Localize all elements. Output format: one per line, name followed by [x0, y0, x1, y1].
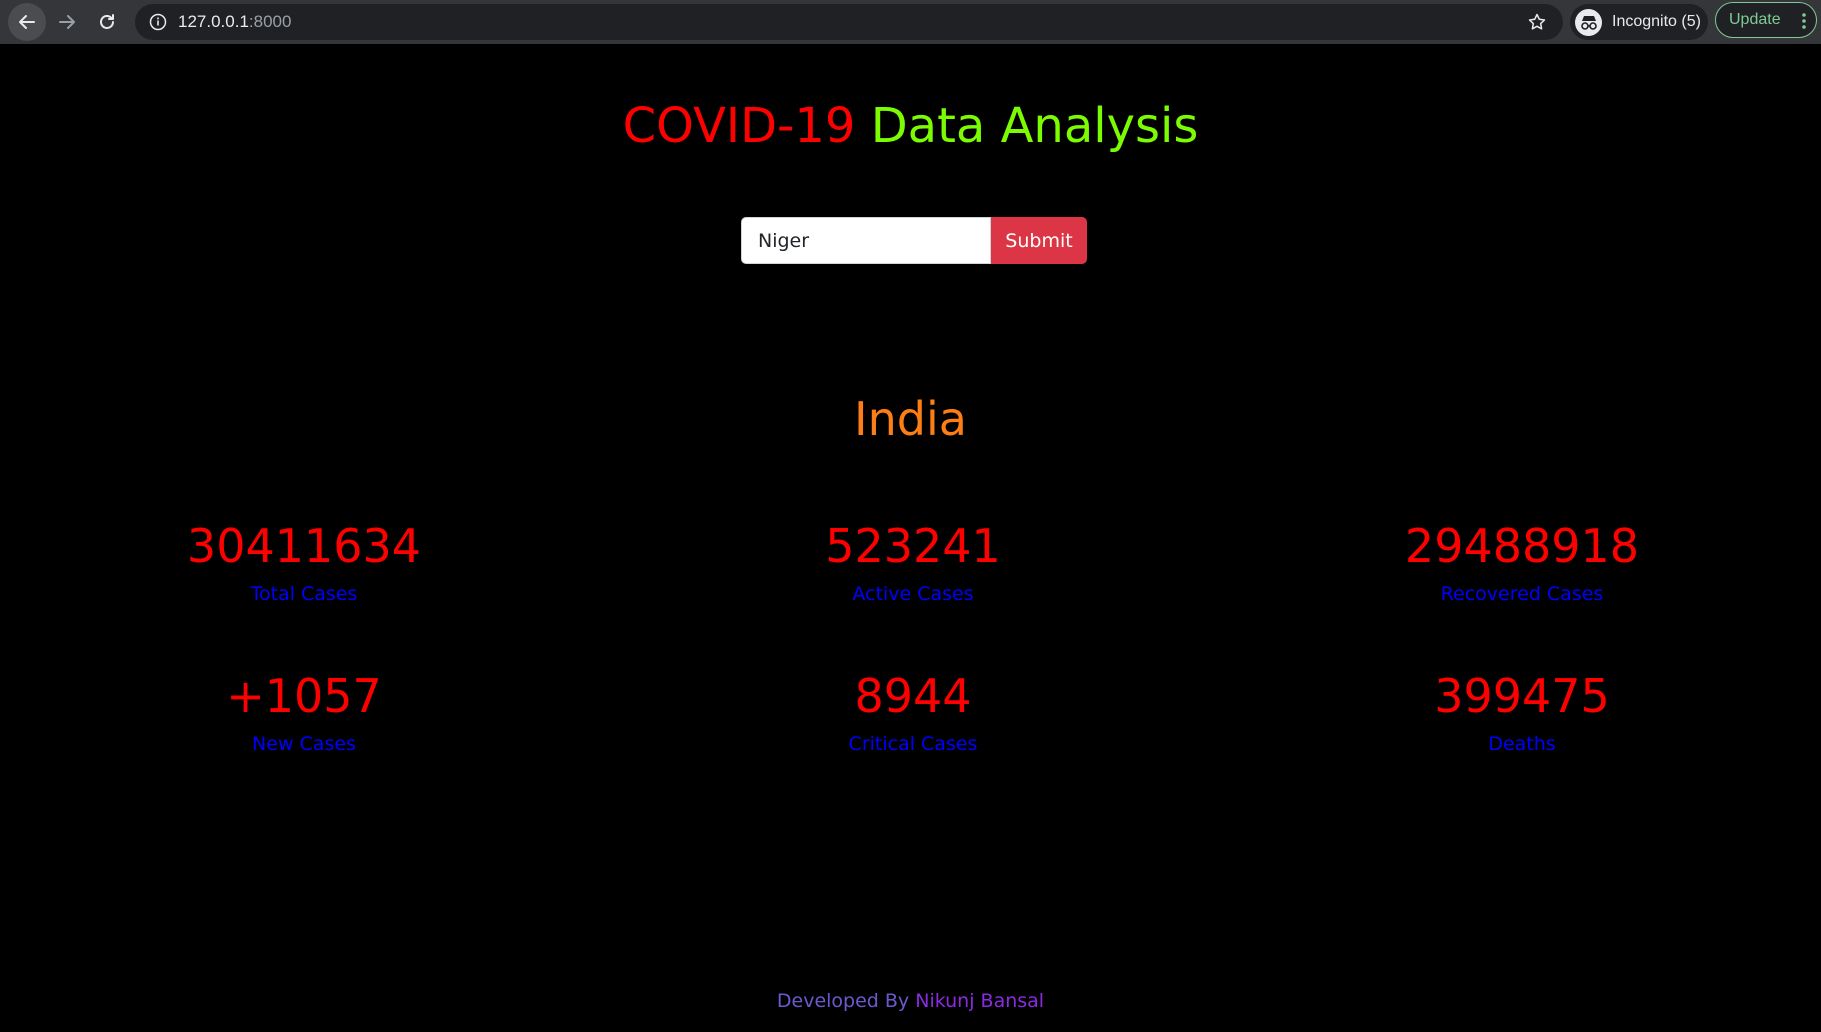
reload-button[interactable]: [88, 3, 126, 41]
update-label: Update: [1729, 11, 1781, 28]
title-covid: COVID-19: [622, 98, 856, 154]
stat-value: 29488918: [1404, 519, 1640, 573]
stat-new-cases: +1057 New Cases: [4, 668, 604, 756]
browser-toolbar: 127.0.0.1:8000 Incognito (5) Update: [0, 0, 1821, 44]
stat-label: New Cases: [252, 733, 356, 755]
footer: Developed By Nikunj Bansal: [0, 990, 1821, 1012]
stat-recovered-cases: 29488918 Recovered Cases: [1222, 518, 1821, 606]
stat-deaths: 399475 Deaths: [1222, 668, 1821, 756]
country-input[interactable]: [741, 217, 991, 264]
url-host: 127.0.0.1: [178, 12, 249, 31]
stat-value: 523241: [825, 519, 1001, 573]
more-vert-icon[interactable]: [1802, 12, 1806, 34]
forward-button[interactable]: [48, 3, 86, 41]
country-search-form: Submit: [741, 217, 1087, 264]
url-text[interactable]: 127.0.0.1:8000: [178, 12, 291, 32]
stat-label: Recovered Cases: [1440, 583, 1604, 605]
stat-value: 8944: [854, 669, 972, 723]
footer-author: Nikunj Bansal: [915, 990, 1045, 1012]
page-title: COVID-19 Data Analysis: [0, 98, 1821, 154]
page-content: COVID-19 Data Analysis Submit India 3041…: [0, 44, 1821, 1032]
country-name: India: [854, 392, 967, 446]
bookmark-star-icon[interactable]: [1527, 12, 1547, 36]
address-bar[interactable]: 127.0.0.1:8000: [135, 4, 1563, 40]
stat-value: +1057: [226, 669, 382, 723]
site-info-icon[interactable]: [149, 13, 167, 35]
footer-prefix: Developed By: [776, 990, 910, 1012]
stat-label: Total Cases: [250, 583, 358, 605]
reload-icon: [100, 14, 114, 29]
stat-critical-cases: 8944 Critical Cases: [613, 668, 1213, 756]
incognito-icon: [1575, 9, 1602, 36]
submit-button[interactable]: Submit: [991, 217, 1087, 264]
url-port: :8000: [248, 12, 292, 31]
back-button[interactable]: [8, 3, 46, 41]
stat-total-cases: 30411634 Total Cases: [4, 518, 604, 606]
stat-value: 30411634: [186, 519, 422, 573]
incognito-label: Incognito (5): [1612, 13, 1701, 30]
stat-label: Critical Cases: [848, 733, 978, 755]
incognito-profile-button[interactable]: Incognito (5): [1570, 4, 1708, 40]
title-data-analysis: Data Analysis: [870, 98, 1199, 154]
stat-label: Deaths: [1488, 733, 1556, 755]
arrow-right-icon: [59, 15, 75, 29]
arrow-left-icon: [19, 15, 35, 29]
stat-value: 399475: [1434, 669, 1610, 723]
stat-active-cases: 523241 Active Cases: [613, 518, 1213, 606]
update-button[interactable]: Update: [1715, 2, 1817, 38]
stat-label: Active Cases: [852, 583, 974, 605]
